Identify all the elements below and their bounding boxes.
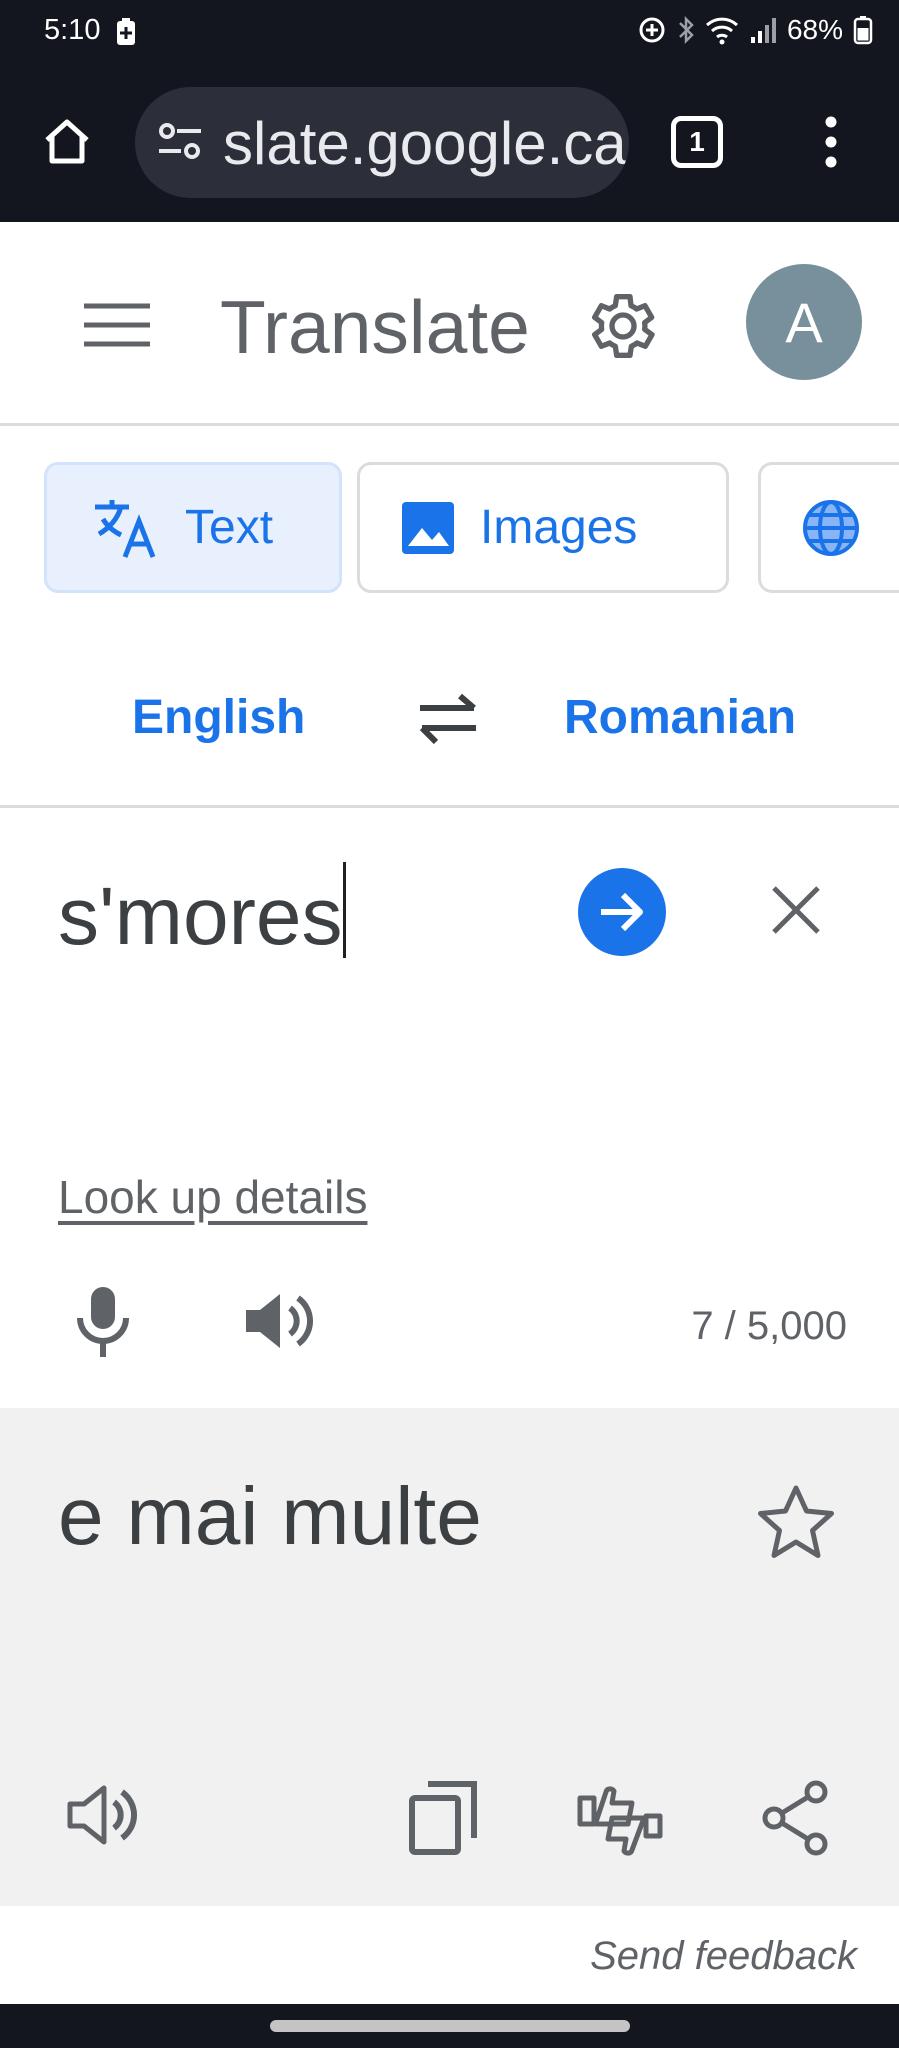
listen-translation-icon[interactable] [66,1780,140,1855]
home-button[interactable] [40,115,94,174]
microphone-icon[interactable] [74,1284,132,1365]
home-icon [45,119,89,164]
status-time: 5:10 [44,14,101,46]
wifi-icon [705,17,738,45]
copy-translation-icon[interactable] [408,1780,478,1861]
home-gesture-handle[interactable] [270,2020,630,2032]
clear-text-button[interactable] [768,882,824,943]
close-icon [772,886,820,934]
language-bar: English Romanian [0,650,899,808]
text-cursor [343,862,347,958]
app-header: Translate A [0,222,899,426]
battery-icon [853,16,873,45]
swap-languages-icon[interactable] [414,690,482,751]
system-nav-bar [0,2004,899,2048]
arrow-right-icon [601,892,643,932]
target-language-button[interactable]: Romanian [564,690,796,745]
browser-chrome: 5:10 68% slate.google.ca 1 [0,0,899,222]
mode-tab-text[interactable]: Text [44,462,342,593]
mode-tab-text-label: Text [185,501,274,554]
settings-gear-icon[interactable] [580,286,660,371]
listen-source-icon[interactable] [242,1286,316,1361]
mode-tab-images[interactable]: Images [357,462,729,593]
data-saver-icon [639,17,665,43]
account-avatar[interactable]: A [746,264,862,380]
source-language-button[interactable]: English [132,690,305,745]
save-translation-star-icon[interactable] [756,1484,836,1565]
signal-icon [750,18,776,43]
source-text-value: s'mores [58,871,343,962]
rate-translation-icon[interactable] [574,1774,666,1869]
send-feedback-link[interactable]: Send feedback [590,1934,857,1979]
url-text: slate.google.ca [223,110,627,177]
translated-text: e mai multe [58,1471,482,1562]
battery-saver-icon [116,18,136,51]
character-count: 7 / 5,000 [691,1304,847,1348]
source-text-input[interactable]: s'mores [58,862,347,964]
mode-tab-websites[interactable] [758,462,899,593]
translate-icon [91,497,161,559]
share-icon[interactable] [760,1780,830,1861]
translation-result-panel: e mai multe [0,1408,899,1906]
battery-percent: 68% [786,14,843,45]
status-icons: 68% [637,14,873,46]
address-bar[interactable]: slate.google.ca [135,87,629,198]
more-options-icon[interactable] [820,116,842,173]
bluetooth-icon [679,15,694,45]
image-icon [400,500,456,556]
globe-icon [801,498,861,558]
look-up-details-link[interactable]: Look up details [58,1170,367,1224]
mode-tab-images-label: Images [480,501,638,554]
tab-switcher-button[interactable]: 1 [671,116,723,168]
main-menu-icon[interactable] [82,302,152,353]
page-title: Translate [220,285,530,369]
site-settings-icon[interactable] [157,122,203,167]
translate-go-button[interactable] [578,868,666,956]
